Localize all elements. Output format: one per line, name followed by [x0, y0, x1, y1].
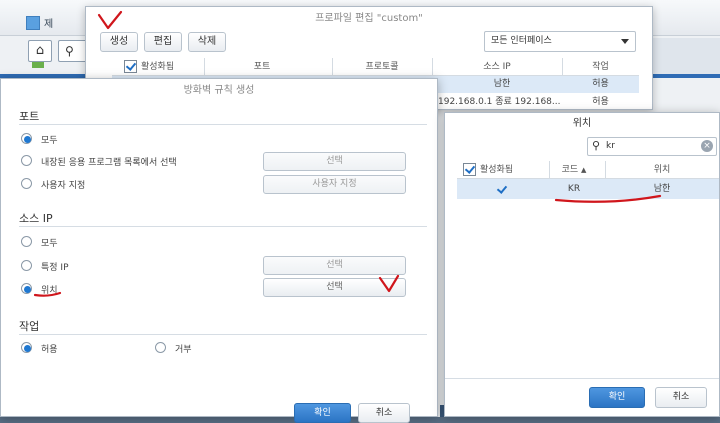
row-action: 허용: [592, 97, 609, 107]
port-custom-radio[interactable]: [21, 178, 32, 189]
location-search-input[interactable]: ⚲ kr ×: [587, 137, 717, 156]
edit-button[interactable]: 편집: [144, 32, 182, 52]
row-location: 남한: [653, 184, 671, 194]
interface-select[interactable]: 모든 인터페이스: [484, 31, 636, 52]
create-button[interactable]: 생성: [100, 32, 138, 52]
column-port[interactable]: 포트: [192, 58, 333, 76]
table-row[interactable]: KR 남한: [457, 179, 719, 199]
app-icon: [26, 16, 40, 30]
port-custom-label: 사용자 지정: [41, 181, 86, 191]
specific-ip-select-button[interactable]: 선택: [263, 256, 406, 275]
column-enabled[interactable]: 활성화됨: [457, 161, 550, 179]
status-indicator: [32, 62, 44, 68]
column-code[interactable]: 코드 ▲: [543, 161, 606, 179]
sort-ascending-icon: ▲: [581, 166, 587, 174]
column-source-ip[interactable]: 소스 IP: [432, 58, 563, 76]
location-select-button[interactable]: 선택: [263, 278, 406, 297]
row-source-ip: 192.168.0.1 종료 192.168...: [438, 97, 560, 107]
profile-table-header: 활성화됨 포트 프로토콜 소스 IP 작업: [112, 58, 639, 76]
port-custom-button[interactable]: 사용자 지정: [263, 175, 406, 194]
location-cancel-button[interactable]: 취소: [655, 387, 707, 408]
divider: [19, 226, 427, 227]
source-location-radio[interactable]: [21, 283, 32, 294]
interface-select-value: 모든 인터페이스: [491, 36, 552, 46]
divider: [445, 378, 719, 379]
row-code: KR: [567, 184, 581, 194]
column-action[interactable]: 작업: [562, 58, 639, 76]
location-window-title: 위치: [572, 118, 592, 129]
row-enabled-checkbox[interactable]: [495, 183, 506, 194]
port-all-radio[interactable]: [21, 133, 32, 144]
background-app-title: 제: [44, 19, 54, 30]
column-protocol[interactable]: 프로토콜: [332, 58, 433, 76]
search-icon: ⚲: [592, 139, 601, 152]
search-icon: ⚲: [65, 44, 74, 58]
port-section-heading: 포트: [19, 110, 40, 123]
firewall-rule-dialog: 방화벽 규칙 생성 포트 모두 내장된 응용 프로그램 목록에서 선택 선택 사…: [0, 78, 438, 423]
rule-dialog-title: 방화벽 규칙 생성: [183, 85, 255, 96]
location-search-value: kr: [606, 141, 615, 151]
port-builtin-label: 내장된 응용 프로그램 목록에서 선택: [41, 158, 177, 168]
background-right-panel: [650, 38, 720, 74]
source-all-label: 모두: [41, 239, 58, 249]
location-confirm-button[interactable]: 확인: [589, 387, 645, 408]
source-location-label: 위치: [41, 286, 58, 296]
divider: [19, 124, 427, 125]
rule-cancel-button[interactable]: 취소: [358, 403, 410, 423]
row-action: 허용: [592, 79, 609, 89]
location-table-header: 활성화됨 코드 ▲ 위치: [457, 161, 719, 179]
source-specific-ip-radio[interactable]: [21, 260, 32, 271]
source-specific-ip-label: 특정 IP: [41, 263, 69, 273]
port-builtin-radio[interactable]: [21, 155, 32, 166]
location-window: 위치 ⚲ kr × 활성화됨 코드 ▲ 위치 KR 남한 확인 취소: [444, 112, 720, 417]
select-all-checkbox[interactable]: [124, 60, 137, 73]
port-all-label: 모두: [41, 136, 58, 146]
source-all-radio[interactable]: [21, 236, 32, 247]
action-deny-radio[interactable]: [155, 342, 166, 353]
divider: [19, 334, 427, 335]
source-section-heading: 소스 IP: [19, 212, 53, 225]
port-builtin-select-button[interactable]: 선택: [263, 152, 406, 171]
row-source-ip: 남한: [493, 79, 511, 89]
clear-icon[interactable]: ×: [701, 140, 713, 152]
rule-confirm-button[interactable]: 확인: [294, 403, 351, 423]
delete-button[interactable]: 삭제: [188, 32, 226, 52]
action-deny-label: 거부: [175, 345, 192, 355]
home-icon[interactable]: ⌂: [28, 40, 52, 62]
action-allow-label: 허용: [41, 345, 58, 355]
action-section-heading: 작업: [19, 320, 40, 333]
profile-editor-title: 프로파일 편집 "custom": [315, 13, 423, 24]
column-location[interactable]: 위치: [605, 161, 719, 179]
chevron-down-icon: [621, 39, 629, 44]
select-all-checkbox[interactable]: [463, 163, 476, 176]
action-allow-radio[interactable]: [21, 342, 32, 353]
